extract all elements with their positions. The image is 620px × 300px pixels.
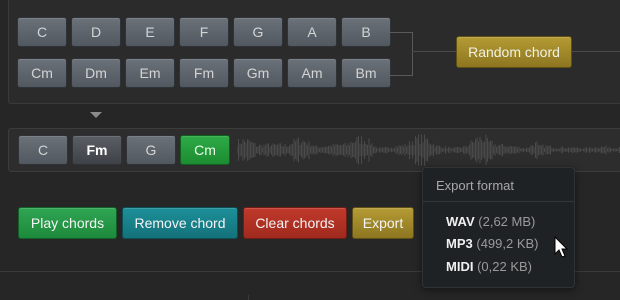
export-format-label: WAV — [446, 214, 475, 229]
divider-tick — [248, 295, 249, 300]
chord-f-button[interactable]: F — [179, 17, 229, 47]
export-format-label: MIDI — [446, 259, 474, 274]
export-button[interactable]: Export — [352, 207, 414, 239]
random-chord-button[interactable]: Random chord — [456, 36, 572, 68]
mouse-cursor-icon — [554, 236, 569, 258]
export-format-label: MP3 — [446, 236, 473, 251]
export-menu-divider — [423, 201, 574, 202]
export-file-size: (0,22 KB) — [477, 259, 532, 274]
caret-down-icon — [90, 112, 102, 118]
chord-b-button[interactable]: B — [341, 17, 391, 47]
timeline-chord-selected[interactable]: Fm — [72, 135, 122, 165]
chord-gm-button[interactable]: Gm — [233, 58, 283, 88]
chord-am-button[interactable]: Am — [287, 58, 337, 88]
export-file-size: (499,2 KB) — [476, 236, 539, 251]
play-chords-button[interactable]: Play chords — [18, 207, 117, 239]
export-midi-option[interactable]: MIDI (0,22 KB) — [446, 259, 532, 274]
waveform-trace — [237, 134, 620, 166]
chord-c-button[interactable]: C — [17, 17, 67, 47]
export-wav-option[interactable]: WAV (2,62 MB) — [446, 214, 535, 229]
remove-chord-button[interactable]: Remove chord — [122, 207, 238, 239]
export-mp3-option[interactable]: MP3 (499,2 KB) — [446, 236, 539, 251]
timeline-chord-added[interactable]: Cm — [180, 135, 230, 165]
chord-a-button[interactable]: A — [287, 17, 337, 47]
timeline-chord[interactable]: G — [126, 135, 176, 165]
chord-dm-button[interactable]: Dm — [71, 58, 121, 88]
timeline-chord[interactable]: C — [18, 135, 68, 165]
export-file-size: (2,62 MB) — [478, 214, 536, 229]
export-format-menu: Export format WAV (2,62 MB) MP3 (499,2 K… — [422, 167, 575, 288]
chord-e-button[interactable]: E — [125, 17, 175, 47]
chord-g-button[interactable]: G — [233, 17, 283, 47]
chord-cm-button[interactable]: Cm — [17, 58, 67, 88]
chord-em-button[interactable]: Em — [125, 58, 175, 88]
clear-chords-button[interactable]: Clear chords — [243, 207, 347, 239]
waveform — [237, 134, 620, 166]
chord-fm-button[interactable]: Fm — [179, 58, 229, 88]
export-menu-title: Export format — [436, 178, 515, 193]
chord-d-button[interactable]: D — [71, 17, 121, 47]
palette-connector — [390, 32, 413, 76]
chord-bm-button[interactable]: Bm — [341, 58, 391, 88]
